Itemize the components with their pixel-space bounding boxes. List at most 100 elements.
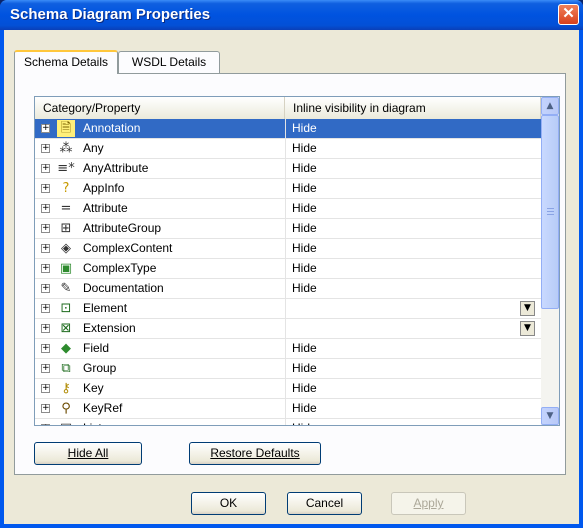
expand-icon[interactable]: + [41,404,50,413]
any-attribute-icon: ≡* [57,161,75,176]
vertical-scrollbar[interactable]: ▲ ▼ [541,97,559,425]
annotation-icon: 🗎 [57,120,75,137]
ok-button[interactable]: OK [191,492,266,515]
row-visibility-value[interactable]: Hide [285,419,539,425]
row-visibility-value[interactable]: Hide [285,399,539,418]
expand-icon[interactable]: + [41,184,50,193]
grid-row-attribute[interactable]: + = Attribute Hide [35,199,541,219]
expand-icon[interactable]: + [41,284,50,293]
title-bar[interactable]: Schema Diagram Properties ✕ [0,0,583,30]
grid-row-list[interactable]: + ▤ List Hide [35,419,541,425]
grid-row-annotation[interactable]: + 🗎 Annotation Hide [35,119,541,139]
row-label: Element [83,301,128,315]
row-visibility-value[interactable]: Hide [285,179,539,198]
grid-row-any[interactable]: + ⁂ Any Hide [35,139,541,159]
expand-icon[interactable]: + [41,204,50,213]
row-visibility-value[interactable]: Hide [285,119,539,138]
close-icon: ✕ [562,5,575,22]
button-label: Apply [413,496,444,510]
chevron-down-icon: ▼ [546,411,554,421]
row-label: KeyRef [83,401,123,415]
visibility-text: Hide [292,261,317,275]
grid-row-key[interactable]: + ⚷ Key Hide [35,379,541,399]
row-label: Attribute [83,201,128,215]
group-icon: ⧉ [61,361,71,376]
grid-row-complextype[interactable]: + ▣ ComplexType Hide [35,259,541,279]
grip-line [547,211,554,212]
close-button[interactable]: ✕ [558,4,579,25]
column-header-visibility[interactable]: Inline visibility in diagram [285,97,541,119]
grid-rows: + 🗎 Annotation Hide + ⁂ Any Hide + ≡* AnyAttribute… [35,119,541,425]
visibility-text: Hide [292,361,317,375]
grid-row-group[interactable]: + ⧉ Group Hide [35,359,541,379]
expand-icon[interactable]: + [41,384,50,393]
property-grid: Category/Property Inline visibility in d… [34,96,560,426]
grid-row-anyattribute[interactable]: + ≡* AnyAttribute Hide [35,159,541,179]
element-icon: ⊡ [60,301,72,316]
attribute-icon: = [60,201,72,216]
expand-icon[interactable]: + [41,224,50,233]
row-visibility-value[interactable]: Hide [285,259,539,278]
any-icon: ⁂ [59,141,73,156]
row-visibility-value[interactable]: Hide [285,279,539,298]
field-icon: ◆ [61,341,71,356]
grid-row-extension[interactable]: + ⊠ Extension ▼ [35,319,541,339]
expand-icon[interactable]: + [41,264,50,273]
expand-icon[interactable]: + [41,344,50,353]
row-label: ComplexType [83,261,157,275]
grid-row-appinfo[interactable]: +? AppInfo Hide [35,179,541,199]
restore-defaults-button[interactable]: Restore Defaults [189,442,321,465]
expand-icon[interactable]: + [41,144,50,153]
dropdown-arrow-icon[interactable]: ▼ [520,321,535,336]
extension-icon: ⊠ [60,321,72,336]
cancel-button[interactable]: Cancel [287,492,362,515]
expand-icon[interactable]: + [41,124,50,133]
row-visibility-value[interactable]: Hide [285,359,539,378]
visibility-text: Hide [292,221,317,235]
scroll-up-button[interactable]: ▲ [541,97,559,115]
grid-row-documentation[interactable]: + ✎ Documentation Hide [35,279,541,299]
grid-header: Category/Property Inline visibility in d… [35,97,541,120]
row-visibility-value[interactable]: Hide [285,379,539,398]
complex-type-icon: ▣ [59,261,73,276]
expand-icon[interactable]: + [41,244,50,253]
row-label: Key [83,381,104,395]
grid-row-element[interactable]: + ⊡ Element ▼ [35,299,541,319]
expand-icon[interactable]: + [41,164,50,173]
appinfo-icon: ? [62,181,70,196]
tab-wsdl-details[interactable]: WSDL Details [118,51,220,73]
tab-schema-details[interactable]: Schema Details [14,50,118,74]
column-header-category[interactable]: Category/Property [35,97,285,119]
grip-line [547,214,554,215]
visibility-text: Hide [292,141,317,155]
hide-all-button[interactable]: Hide All [34,442,142,465]
expand-icon[interactable]: + [41,364,50,373]
visibility-text: Hide [292,161,317,175]
button-label: Restore Defaults [210,446,300,460]
row-visibility-value[interactable]: ▼ [285,299,539,318]
grid-row-complexcontent[interactable]: + ◈ ComplexContent Hide [35,239,541,259]
row-visibility-value[interactable]: Hide [285,339,539,358]
keyref-icon: ⚲ [61,401,71,416]
expand-icon[interactable]: + [41,424,50,425]
row-label: ComplexContent [83,241,173,255]
row-visibility-value[interactable]: Hide [285,239,539,258]
expand-icon[interactable]: + [41,304,50,313]
scroll-down-button[interactable]: ▼ [541,407,559,425]
row-visibility-value[interactable]: ▼ [285,319,539,338]
row-visibility-value[interactable]: Hide [285,139,539,158]
apply-button[interactable]: Apply [391,492,466,515]
grid-row-keyref[interactable]: + ⚲ KeyRef Hide [35,399,541,419]
dropdown-arrow-icon[interactable]: ▼ [520,301,535,316]
row-visibility-value[interactable]: Hide [285,199,539,218]
row-label: Annotation [83,121,141,135]
row-label: Field [83,341,110,355]
expand-icon[interactable]: + [41,324,50,333]
scroll-thumb[interactable] [541,115,559,309]
row-visibility-value[interactable]: Hide [285,219,539,238]
grid-row-field[interactable]: + ◆ Field Hide [35,339,541,359]
tab-label: Schema Details [23,55,109,69]
row-visibility-value[interactable]: Hide [285,159,539,178]
grid-row-attributegroup[interactable]: + ⊞ AttributeGroup Hide [35,219,541,239]
attribute-group-icon: ⊞ [60,221,72,236]
